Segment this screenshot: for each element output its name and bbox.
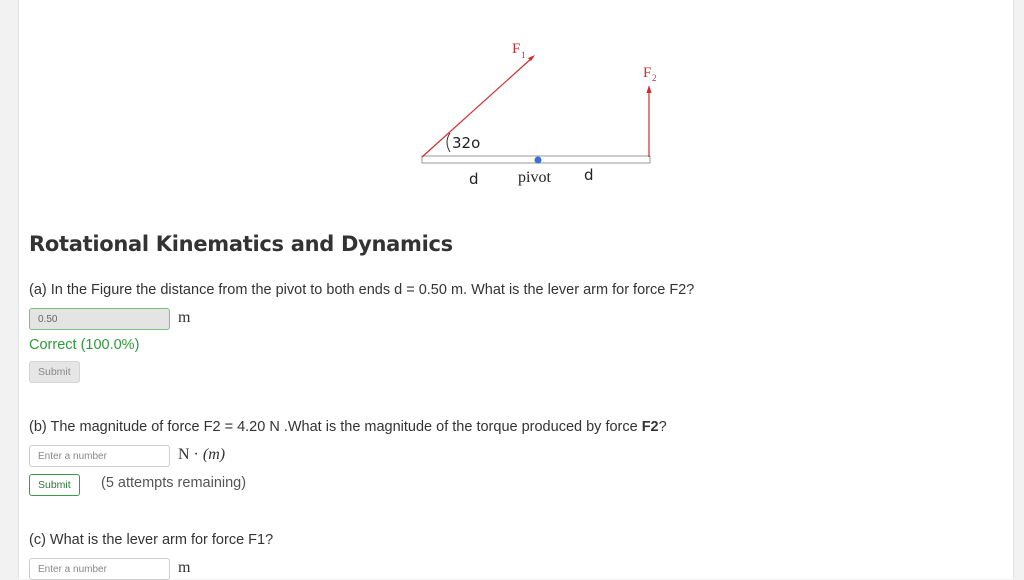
answer-c-input[interactable] xyxy=(29,558,170,580)
distance-d-left-label: d xyxy=(469,170,479,188)
submit-a-button[interactable]: Submit xyxy=(29,361,80,383)
answer-b-input[interactable] xyxy=(29,445,170,467)
answer-a-input[interactable] xyxy=(29,308,170,330)
page-title: Rotational Kinematics and Dynamics xyxy=(29,232,453,256)
submit-b-button[interactable]: Submit xyxy=(29,474,80,496)
distance-d-right-label: d xyxy=(584,166,594,184)
question-b-bold: F2 xyxy=(641,419,659,435)
force-f2-subscript: 2 xyxy=(652,73,657,83)
question-b-text: (b) The magnitude of force F2 = 4.20 N .… xyxy=(29,419,667,435)
answer-a-feedback: Correct (100.0%) xyxy=(29,337,140,353)
answer-c-unit: m xyxy=(178,559,191,576)
answer-b-unit: N · (m) xyxy=(178,446,225,464)
pivot-label: pivot xyxy=(518,169,551,186)
answer-b-unit-main: N · xyxy=(178,446,203,463)
angle-label: 32o xyxy=(452,134,480,152)
question-b-suffix: ? xyxy=(658,419,667,435)
question-a-text: (a) In the Figure the distance from the … xyxy=(29,282,695,298)
attempts-remaining-text: (5 attempts remaining) xyxy=(101,475,247,491)
answer-b-unit-italic: (m) xyxy=(202,446,226,463)
angle-arc xyxy=(446,132,451,153)
lever-figure: 32o d pivot d F 1 F 2 xyxy=(399,30,679,200)
question-b-prefix: (b) The magnitude of force F2 = 4.20 N .… xyxy=(29,419,642,435)
answer-a-unit: m xyxy=(178,309,191,326)
question-c-text: (c) What is the lever arm for force F1? xyxy=(29,532,274,548)
force-f1-subscript: 1 xyxy=(521,50,526,60)
force-f1-label: F xyxy=(512,41,520,57)
force-f2-label: F xyxy=(643,65,651,81)
lever-diagram: 32o d pivot d F 1 F 2 xyxy=(421,41,657,188)
force-f2-arrowhead xyxy=(646,85,652,93)
pivot-point xyxy=(534,156,542,164)
question-page: 32o d pivot d F 1 F 2 Rotational Kinemat… xyxy=(18,0,1014,580)
